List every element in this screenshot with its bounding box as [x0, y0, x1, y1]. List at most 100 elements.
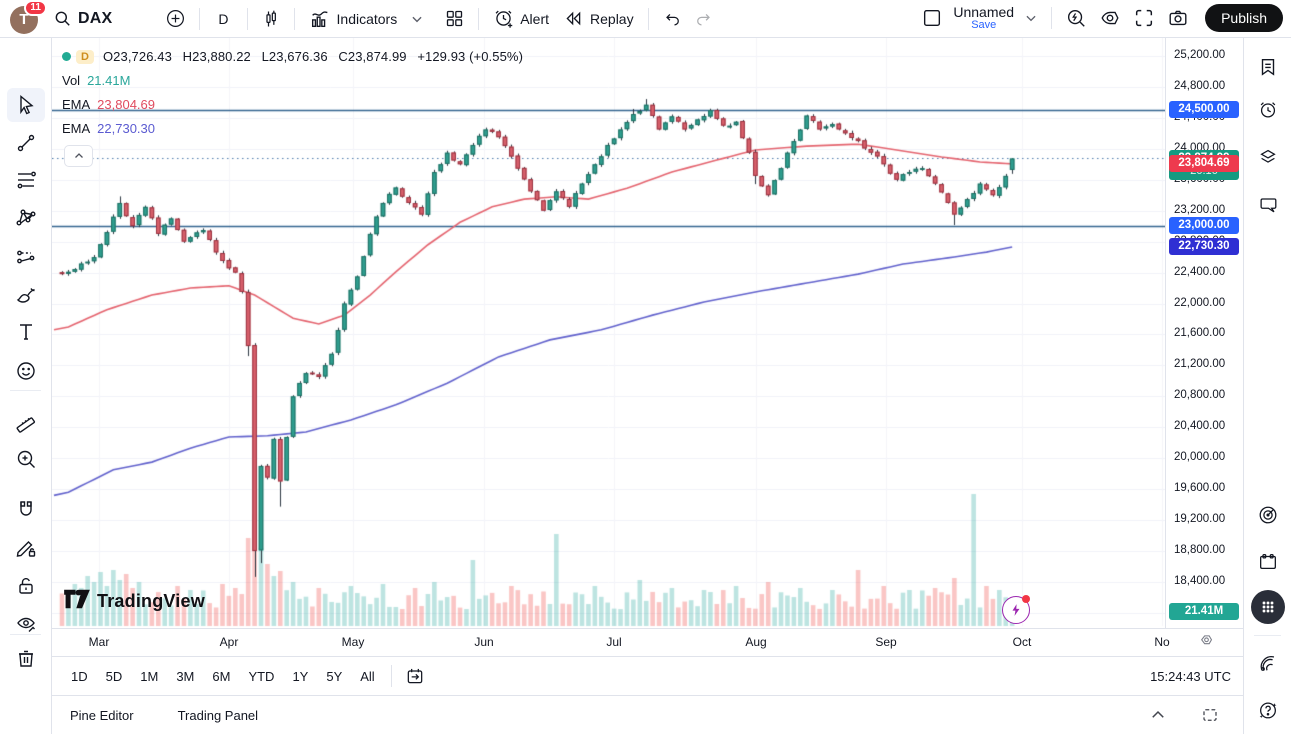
legend-interval-badge: D — [76, 50, 94, 64]
text-tool[interactable] — [7, 315, 45, 349]
interval-label: D — [214, 11, 232, 27]
ruler-tool[interactable] — [7, 404, 45, 438]
quick-search-icon[interactable] — [1059, 3, 1093, 33]
notification-badge: 11 — [24, 0, 47, 16]
alerts-clock-icon[interactable] — [1249, 91, 1287, 129]
streams-icon[interactable] — [1249, 644, 1287, 682]
indicator-templates-button[interactable] — [404, 8, 430, 30]
legend-ema-fast-row[interactable]: EMA 23,804.69 — [62, 96, 523, 113]
cursor-tool[interactable] — [7, 88, 45, 122]
go-to-date-icon[interactable] — [399, 662, 431, 690]
range-6m[interactable]: 6M — [203, 664, 239, 689]
range-5d[interactable]: 5D — [97, 664, 132, 689]
object-tree-icon[interactable] — [1249, 138, 1287, 176]
indicators-label: Indicators — [337, 11, 398, 27]
layout-chevron-icon[interactable] — [1018, 7, 1044, 29]
price-badge-hline-upper: 24,500.00 — [1169, 101, 1239, 118]
price-tick: 23,200.00 — [1174, 204, 1225, 216]
grid-layout-icon[interactable] — [438, 4, 471, 33]
tradingview-watermark: TradingView — [64, 589, 205, 614]
magnet-tool[interactable] — [7, 493, 45, 527]
legend-ema-slow-row[interactable]: EMA 22,730.30 — [62, 120, 523, 137]
search-icon — [53, 9, 72, 28]
chart-area[interactable]: D O23,726.43 H23,880.22 L23,676.36 C23,8… — [52, 38, 1165, 628]
time-axis[interactable]: MarAprMayJunJulAugSepOctNo — [52, 628, 1243, 656]
month-label: Apr — [220, 635, 239, 649]
zoom-in-tool[interactable] — [7, 442, 45, 476]
layout-name-button[interactable]: Unnamed Save — [949, 3, 1018, 33]
compare-add-button[interactable] — [159, 4, 192, 33]
indicators-button[interactable]: Indicators — [302, 4, 405, 34]
legend-volume-row[interactable]: Vol 21.41M — [62, 72, 523, 89]
clock-utc[interactable]: 15:24:43 UTC — [1150, 669, 1233, 684]
alert-button[interactable]: Alert — [486, 4, 556, 33]
chart-style-button[interactable] — [255, 5, 287, 33]
date-range-toolbar: 1D5D1M3M6MYTD1Y5YAll 15:24:43 UTC — [52, 656, 1243, 695]
brush-tool[interactable] — [7, 278, 45, 312]
fib-retracement-tool[interactable] — [7, 163, 45, 197]
price-badge-ema-fast: 23,804.69 — [1169, 155, 1239, 172]
settings-gear-icon[interactable] — [1093, 3, 1127, 33]
month-label: Sep — [875, 635, 896, 649]
month-label: Oct — [1013, 635, 1032, 649]
tab-trading-panel[interactable]: Trading Panel — [178, 708, 258, 723]
save-link[interactable]: Save — [971, 20, 996, 32]
price-badge-hline-lower: 23,000.00 — [1169, 217, 1239, 234]
price-tick: 18,800.00 — [1174, 544, 1225, 556]
xabcd-pattern-tool[interactable] — [7, 201, 45, 235]
apps-grid-icon[interactable] — [1249, 588, 1287, 626]
sidebar-divider — [1254, 635, 1281, 636]
toolbar-divider — [1051, 7, 1052, 29]
layout-select-icon[interactable] — [915, 3, 949, 33]
chat-icon[interactable] — [1249, 186, 1287, 224]
range-ytd[interactable]: YTD — [239, 664, 283, 689]
latest-bar-events-icon[interactable] — [1002, 596, 1030, 624]
range-3m[interactable]: 3M — [167, 664, 203, 689]
fullscreen-icon[interactable] — [1127, 3, 1161, 33]
range-5y[interactable]: 5Y — [317, 664, 351, 689]
axis-settings-icon[interactable] — [1198, 632, 1215, 654]
replay-button[interactable]: Replay — [556, 4, 641, 33]
range-1d[interactable]: 1D — [62, 664, 97, 689]
panel-expand-chevron-icon[interactable] — [1143, 702, 1173, 728]
price-axis[interactable]: 25,200.0024,800.0024,400.0024,000.0023,6… — [1165, 38, 1243, 628]
range-1y[interactable]: 1Y — [283, 664, 317, 689]
bottom-panel: Pine Editor Trading Panel — [52, 695, 1243, 734]
price-tick: 24,800.00 — [1174, 80, 1225, 92]
toolbar-divider — [10, 634, 41, 635]
economic-calendar-icon[interactable] — [1249, 543, 1287, 581]
screenshot-camera-icon[interactable] — [1161, 3, 1195, 33]
publish-button[interactable]: Publish — [1205, 4, 1283, 32]
toolbar-divider — [294, 8, 295, 30]
interval-button[interactable]: D — [207, 7, 239, 31]
price-tick: 22,000.00 — [1174, 297, 1225, 309]
emoji-tool[interactable] — [7, 354, 45, 388]
symbol-search-button[interactable]: DAX — [46, 5, 119, 32]
watchlist-icon[interactable] — [1249, 48, 1287, 86]
hide-drawings-tool[interactable] — [7, 607, 45, 641]
price-badge-volume-value: 21.41M — [1169, 603, 1239, 620]
range-1m[interactable]: 1M — [131, 664, 167, 689]
indicators-icon — [309, 8, 331, 30]
panel-maximize-icon[interactable] — [1195, 702, 1225, 728]
redo-button[interactable] — [688, 5, 720, 33]
help-sparkle-icon[interactable] — [1249, 691, 1287, 729]
month-label: Mar — [89, 635, 110, 649]
forecast-tool[interactable] — [7, 240, 45, 274]
replay-icon — [563, 8, 584, 29]
trend-line-tool[interactable] — [7, 126, 45, 160]
drawing-mode-tool[interactable] — [7, 531, 45, 565]
price-badge-ema-slow: 22,730.30 — [1169, 238, 1239, 255]
undo-button[interactable] — [656, 5, 688, 33]
legend-collapse-button[interactable] — [64, 145, 93, 167]
user-menu[interactable]: T 11 — [10, 4, 40, 34]
lock-all-tool[interactable] — [7, 569, 45, 603]
tab-pine-editor[interactable]: Pine Editor — [70, 708, 134, 723]
legend-main-row[interactable]: D O23,726.43 H23,880.22 L23,676.36 C23,8… — [62, 48, 523, 65]
screener-radar-icon[interactable] — [1249, 496, 1287, 534]
range-all[interactable]: All — [351, 664, 383, 689]
month-label: Jun — [474, 635, 493, 649]
month-label: No — [1154, 635, 1169, 649]
remove-drawings-tool[interactable] — [7, 641, 45, 675]
price-tick: 18,400.00 — [1174, 575, 1225, 587]
